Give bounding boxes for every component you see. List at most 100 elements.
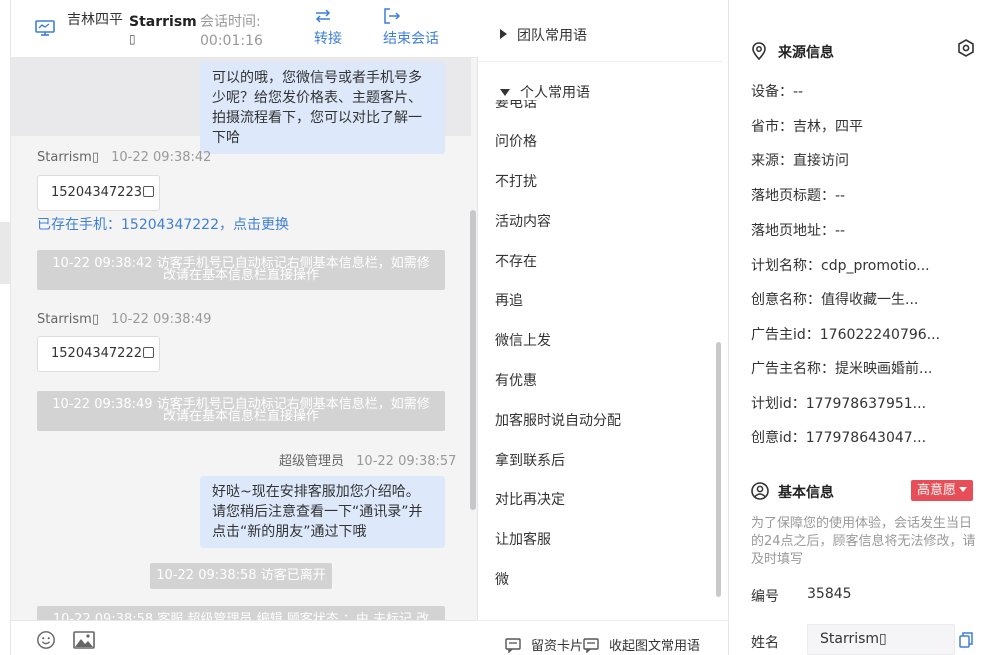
- personal-phrases-list: 要电话 问价格 不打扰 活动内容 不存在 再追 微信上发 有优惠 加客服时说自动…: [478, 100, 718, 600]
- agent-message: 可以的哦，您微信号或者手机号多少呢？给您发价格表、主题客片、拍摄流程看下，您可以…: [200, 62, 445, 154]
- phrase-item[interactable]: 加客服时说自动分配: [495, 410, 621, 430]
- name-label: 姓名: [751, 635, 779, 651]
- phrase-item[interactable]: 让加客服: [495, 529, 551, 549]
- info-row-advertiser-name: 广告主名称：提米映画婚前...: [751, 361, 933, 377]
- settings-icon[interactable]: [957, 39, 975, 57]
- left-gutter: [0, 0, 11, 655]
- info-row-device: 设备：--: [751, 84, 804, 100]
- phrase-item[interactable]: 问价格: [495, 131, 537, 151]
- system-notice: 10-22 09:38:58 访客已离开: [150, 563, 332, 589]
- team-phrases-label: 团队常用语: [517, 28, 587, 44]
- message-meta: Starrism▯ 10-22 09:38:42: [37, 150, 211, 165]
- message-meta: 超级管理员 10-22 09:38:57: [279, 450, 456, 469]
- caret-right-icon: [500, 29, 507, 39]
- phone-number: 15204347223: [51, 185, 142, 200]
- team-phrases-group[interactable]: 团队常用语: [500, 25, 587, 45]
- phrases-toolbar: 留资卡片 收起图文常用语: [478, 620, 729, 655]
- system-notice: 10-22 09:38:42 访客手机号已自动标记右侧基本信息栏，如需修改请在基…: [37, 250, 445, 290]
- collapsed-tab[interactable]: [0, 222, 10, 284]
- transfer-icon: [315, 9, 331, 23]
- info-row-province: 省市：吉林，四平: [751, 119, 863, 135]
- chat-toolbar: [11, 620, 478, 655]
- info-row-landing-url: 落地页地址：--: [751, 223, 846, 239]
- sender-name: 超级管理员: [279, 454, 345, 469]
- intent-label: 高意愿: [917, 483, 957, 498]
- personal-phrases-group[interactable]: 个人常用语: [500, 82, 590, 102]
- info-row-creative-name: 创意名称：值得收藏一生...: [751, 292, 919, 308]
- phrase-item[interactable]: 微: [495, 569, 509, 589]
- info-row-advertiser-id: 广告主id：176022240796...: [751, 327, 941, 343]
- end-session-label: 结束会话: [383, 31, 439, 47]
- logout-icon: [384, 8, 401, 24]
- id-label: 编号: [751, 589, 779, 605]
- copy-icon[interactable]: [959, 632, 973, 648]
- location-pin-icon: [752, 42, 766, 60]
- collapse-icon: [583, 638, 599, 653]
- info-row-source: 来源：直接访问: [751, 153, 849, 169]
- message-time: 10-22 09:38:49: [111, 312, 212, 327]
- dropdown-caret-icon: [959, 487, 968, 492]
- personal-phrases-label: 个人常用语: [520, 85, 590, 101]
- intent-badge[interactable]: 高意愿: [911, 480, 974, 501]
- basic-info-label: 基本信息: [778, 485, 834, 501]
- basic-info-title: 基本信息: [751, 482, 834, 502]
- system-notice: 10-22 09:38:58 客服 超级管理员 编辑 顾客状态 ：由 未标记 改: [37, 606, 445, 620]
- phrases-scrollbar[interactable]: [716, 342, 721, 597]
- caret-down-icon: [500, 89, 510, 96]
- name-field[interactable]: Starrism▯: [807, 624, 955, 655]
- phrase-item[interactable]: 拿到联系后: [495, 450, 565, 470]
- phone-card[interactable]: 15204347222: [37, 336, 160, 372]
- system-notice: 10-22 09:38:49 访客手机号已自动标记右侧基本信息栏，如需修改请在基…: [37, 391, 445, 431]
- lead-card-button[interactable]: 留资卡片: [505, 635, 583, 654]
- collapse-phrases-button[interactable]: 收起图文常用语: [583, 635, 700, 654]
- phrase-item[interactable]: 不打扰: [495, 171, 537, 191]
- copy-icon[interactable]: [142, 186, 154, 197]
- customer-location: 吉林四平: [67, 12, 123, 28]
- chat-scrollbar[interactable]: [470, 210, 476, 510]
- image-icon[interactable]: [73, 630, 95, 650]
- message-time: 10-22 09:38:42: [111, 150, 212, 165]
- message-meta: Starrism▯ 10-22 09:38:49: [37, 312, 211, 327]
- phone-card[interactable]: 15204347223: [37, 175, 160, 211]
- message-time: 10-22 09:38:57: [356, 454, 457, 469]
- replace-phone-link[interactable]: 已存在手机：15204347222，点击更换: [37, 214, 289, 234]
- phrase-item[interactable]: 不存在: [495, 251, 537, 271]
- info-row-plan-name: 计划名称：cdp_promotio...: [751, 258, 930, 274]
- source-info-label: 来源信息: [778, 45, 834, 61]
- emoji-icon[interactable]: [35, 630, 57, 650]
- phrases-panel: 团队常用语 要电话 问价格 不打扰 活动内容 不存在 再追 微信上发 有优惠 加…: [478, 0, 729, 655]
- transfer-button[interactable]: 转接: [314, 8, 342, 48]
- session-time: 00:01:16: [200, 33, 263, 49]
- user-circle-icon: [751, 482, 769, 500]
- end-session-button[interactable]: 结束会话: [383, 8, 439, 48]
- id-value: 35845: [807, 586, 852, 602]
- lead-card-label: 留资卡片: [531, 639, 584, 654]
- copy-icon[interactable]: [142, 347, 154, 358]
- divider: [478, 61, 723, 62]
- card-icon: [505, 638, 521, 653]
- session-time-label: 会话时间:: [200, 14, 261, 30]
- info-row-plan-id: 计划id：177978637951...: [751, 396, 927, 412]
- agent-message: 好哒~现在安排客服加您介绍哈。请您稍后注意查看一下“通讯录”并点击“新的朋友”通…: [200, 476, 445, 548]
- phrase-item[interactable]: 再追: [495, 290, 523, 310]
- source-info-title: 来源信息: [751, 42, 834, 62]
- phone-number: 15204347222: [51, 346, 142, 361]
- phrase-item[interactable]: 微信上发: [495, 330, 551, 350]
- app-root: 吉林四平 Starrism ▯ 会话时间: 00:01:16 转接 结束会话 可…: [0, 0, 996, 655]
- customer-name: Starrism: [129, 14, 197, 30]
- sender-name: Starrism▯: [37, 150, 99, 165]
- customer-info-panel: 来源信息 设备：-- 省市：吉林，四平 来源：直接访问 落地页标题：-- 落地页…: [729, 0, 996, 655]
- phrase-item[interactable]: 对比再决定: [495, 489, 565, 509]
- info-row-landing-title: 落地页标题：--: [751, 188, 846, 204]
- phrase-item[interactable]: 有优惠: [495, 370, 537, 390]
- transfer-label: 转接: [314, 31, 342, 47]
- sender-name: Starrism▯: [37, 312, 99, 327]
- chat-panel: 吉林四平 Starrism ▯ 会话时间: 00:01:16 转接 结束会话 可…: [11, 0, 478, 655]
- edit-notice: 为了保障您的使用体验，会话发生当日的24点之后，顾客信息将无法修改，请及时填写: [751, 516, 976, 567]
- monitor-icon: [35, 20, 55, 36]
- phrase-item[interactable]: 活动内容: [495, 211, 551, 231]
- customer-name-glyph: ▯: [129, 32, 136, 46]
- collapse-phrases-label: 收起图文常用语: [609, 639, 701, 654]
- chat-header: 吉林四平 Starrism ▯ 会话时间: 00:01:16 转接 结束会话: [11, 0, 478, 58]
- info-row-creative-id: 创意id：177978643047...: [751, 430, 927, 446]
